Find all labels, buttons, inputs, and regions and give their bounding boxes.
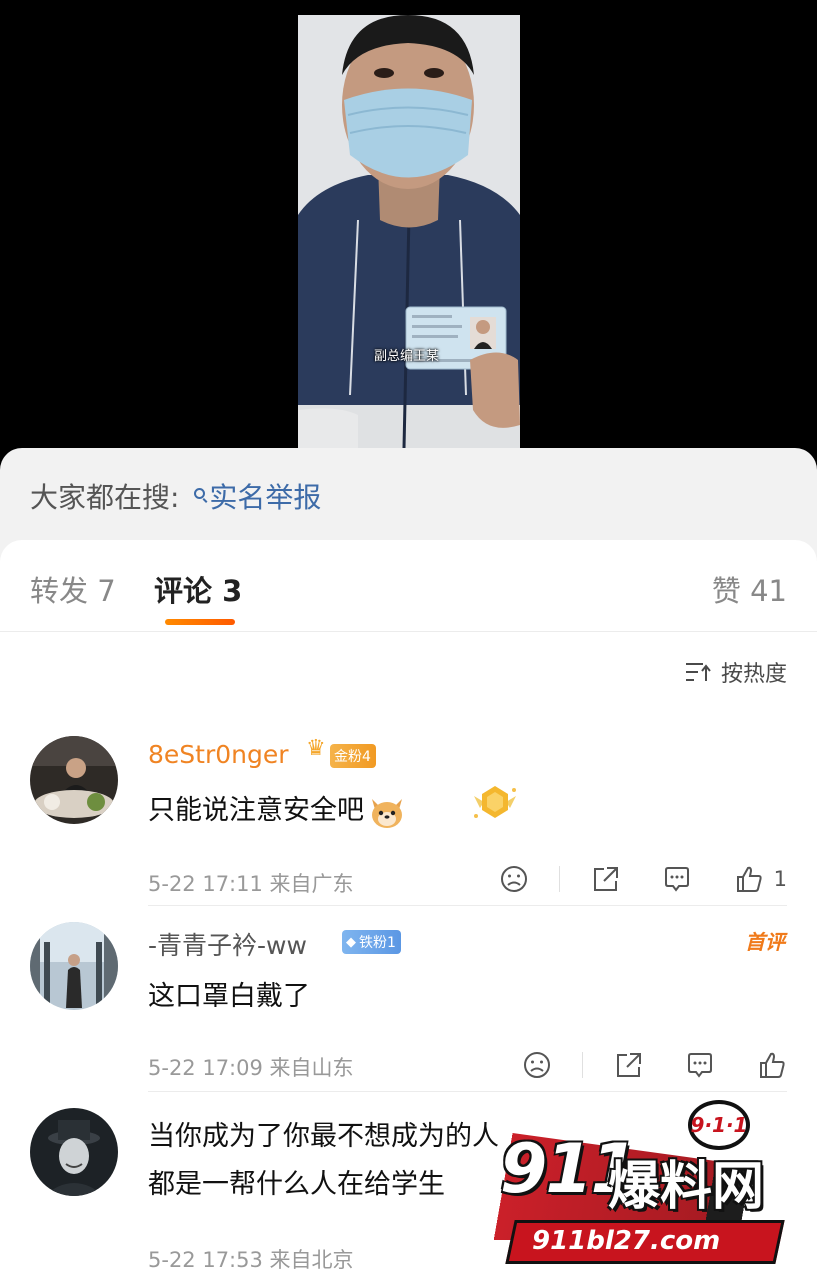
tab-bar: 转发 7 评论 3 赞 41 [0, 540, 817, 632]
comment-actions: 1 [499, 864, 787, 894]
video-person-image [298, 15, 520, 448]
thumbs-up-icon [736, 866, 762, 892]
comment-username[interactable]: -青青子衿-ww [148, 926, 307, 962]
comment-item[interactable]: 当你成为了你最不想成为的人 都是一帮什么人在给学生 5-22 17:53 来自北… [0, 1092, 817, 1280]
reply-button[interactable] [662, 864, 692, 894]
action-divider [558, 866, 560, 892]
comment-actions [522, 1050, 787, 1080]
sad-face-icon [524, 1052, 550, 1078]
search-hint-prefix: 大家都在搜: [30, 481, 189, 514]
comment-item[interactable]: 8eStr0nger ♛ 金粉4 只能说注意安全吧 5-22 17:11 来自广… [0, 720, 817, 906]
tab-like[interactable]: 赞 41 [712, 568, 787, 610]
comment-meta: 5-22 17:09 来自山东 [148, 1056, 354, 1080]
avatar[interactable] [30, 1108, 118, 1196]
tab-active-indicator [165, 619, 235, 625]
like-count: 1 [773, 867, 787, 891]
comment-text: 只能说注意安全吧 [148, 788, 406, 829]
share-button[interactable] [590, 864, 620, 894]
comment-username[interactable]: 8eStr0nger [148, 740, 289, 769]
thumbs-up-icon [760, 1052, 785, 1078]
comment-meta: 5-22 17:53 来自北京 [148, 1248, 354, 1272]
action-divider [582, 1052, 583, 1078]
comment-text-line2: 都是一帮什么人在给学生 [148, 1169, 445, 1200]
video-subtitle: 副总编王某 [374, 349, 440, 364]
dislike-button[interactable] [522, 1050, 552, 1080]
comment-text-content: 只能说注意安全吧 [148, 795, 364, 826]
avatar[interactable] [30, 736, 118, 824]
comment-text-line1: 当你成为了你最不想成为的人 [148, 1121, 499, 1152]
share-icon [593, 867, 618, 891]
sad-face-icon [500, 866, 527, 892]
comment-meta: 5-22 17:11 来自广东 [148, 872, 354, 896]
dog-emoji-icon [372, 798, 402, 828]
reply-button[interactable] [685, 1050, 715, 1080]
search-icon [194, 488, 206, 499]
share-icon [617, 1053, 641, 1077]
diamond-icon: ◆ [346, 934, 356, 950]
video-player[interactable]: 副总编王某 [0, 0, 817, 470]
fan-badge-label: 铁粉1 [359, 935, 396, 951]
fan-badge-label: 金粉4 [334, 749, 371, 765]
bottom-sheet: 大家都在搜: 实名举报 转发 7 评论 3 赞 41 按热度 8eStr0nge… [0, 448, 817, 1280]
comment-text: 这口罩白戴了 [148, 981, 310, 1012]
comment-item[interactable]: -青青子衿-ww ◆ 铁粉1 首评 这口罩白戴了 5-22 17:09 来自山东 [0, 906, 817, 1092]
like-button[interactable] [757, 1050, 787, 1080]
tab-forward[interactable]: 转发 7 [30, 568, 116, 610]
sort-label: 按热度 [720, 662, 787, 687]
tab-comment[interactable]: 评论 3 [154, 568, 242, 610]
fan-badge[interactable]: 金粉4 [330, 744, 376, 768]
sort-button[interactable]: 按热度 [685, 656, 787, 688]
search-hint[interactable]: 大家都在搜: 实名举报 [30, 476, 321, 516]
first-comment-badge: 首评 [745, 930, 785, 954]
crown-icon: ♛ [306, 736, 326, 761]
gift-badge-icon[interactable] [470, 780, 520, 826]
comment-icon [664, 867, 689, 892]
sort-icon [685, 663, 711, 681]
comment-icon [688, 1053, 712, 1078]
share-button[interactable] [613, 1050, 643, 1080]
avatar[interactable] [30, 922, 118, 1010]
like-button[interactable] [734, 864, 764, 894]
search-hint-keyword[interactable]: 实名举报 [209, 481, 321, 514]
comments-panel: 转发 7 评论 3 赞 41 按热度 8eStr0nger ♛ 金粉4 只能说注… [0, 540, 817, 1280]
video-frame[interactable]: 副总编王某 [298, 15, 520, 448]
dislike-button[interactable] [499, 864, 529, 894]
fan-badge[interactable]: ◆ 铁粉1 [342, 930, 401, 954]
